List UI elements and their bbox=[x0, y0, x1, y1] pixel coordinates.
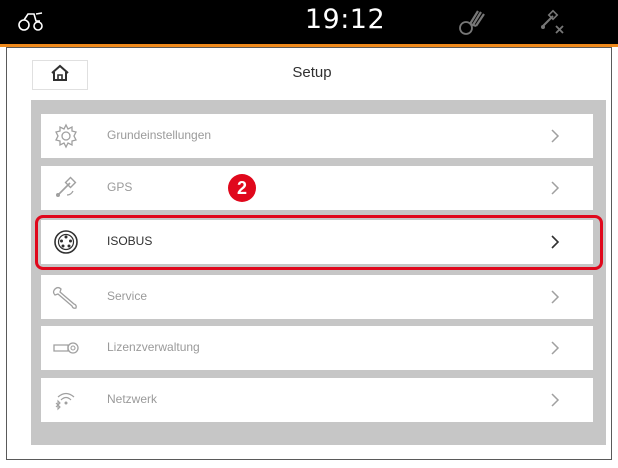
chevron-right-icon bbox=[548, 392, 562, 408]
menu-item-netzwerk[interactable]: Netzwerk bbox=[41, 378, 593, 422]
key-icon bbox=[51, 333, 81, 363]
menu-item-lizenzverwaltung[interactable]: Lizenzverwaltung bbox=[41, 326, 593, 370]
implement-icon[interactable] bbox=[458, 8, 486, 40]
wrench-icon bbox=[51, 282, 81, 312]
menu-item-label: Service bbox=[107, 289, 148, 303]
network-icon bbox=[51, 385, 81, 415]
menu-item-gps[interactable]: GPS bbox=[41, 166, 593, 210]
chevron-right-icon bbox=[548, 180, 562, 196]
clock: 19:12 bbox=[304, 4, 386, 35]
home-button[interactable] bbox=[32, 60, 88, 90]
status-bar: 19:12 bbox=[0, 0, 618, 44]
menu-item-grundeinstellungen[interactable]: Grundeinstellungen bbox=[41, 114, 593, 158]
home-icon bbox=[50, 64, 70, 86]
chevron-right-icon bbox=[548, 340, 562, 356]
menu-item-service[interactable]: Service bbox=[41, 275, 593, 319]
highlight-box bbox=[35, 215, 603, 270]
title-bar: Setup bbox=[20, 57, 604, 93]
tractor-icon[interactable] bbox=[18, 12, 44, 36]
gps-icon bbox=[51, 173, 81, 203]
gps-off-icon[interactable] bbox=[538, 8, 566, 40]
page-title: Setup bbox=[292, 64, 332, 81]
callout-marker: 2 bbox=[228, 174, 256, 202]
chevron-right-icon bbox=[548, 289, 562, 305]
menu-item-label: Netzwerk bbox=[107, 392, 158, 406]
chevron-right-icon bbox=[548, 128, 562, 144]
menu-item-label: GPS bbox=[107, 180, 133, 194]
menu-item-label: Grundeinstellungen bbox=[107, 128, 212, 142]
gear-icon bbox=[51, 121, 81, 151]
screen: 19:12 Setup Grundeinstellungen GPS ISOBU… bbox=[0, 0, 618, 468]
menu-item-label: Lizenzverwaltung bbox=[107, 340, 200, 354]
